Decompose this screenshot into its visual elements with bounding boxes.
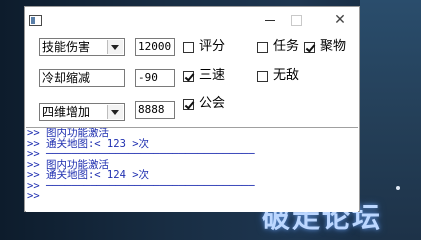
checkbox-guild[interactable]: 公会 bbox=[183, 96, 225, 112]
dropdown-value: 技能伤害 bbox=[42, 40, 91, 54]
cooldown-value-input[interactable]: -90 bbox=[135, 69, 175, 87]
chevron-down-icon[interactable] bbox=[107, 40, 123, 54]
app-window-icon bbox=[29, 15, 42, 26]
log-output[interactable]: >> 图内功能激活 >> 通关地图:< 123 >次 >> ──────────… bbox=[26, 127, 358, 212]
checkbox-score[interactable]: 评分 bbox=[183, 39, 225, 55]
cooldown-reduction-dropdown[interactable]: 冷却缩减 bbox=[39, 69, 125, 87]
checkbox-label: 评分 bbox=[199, 39, 226, 54]
checkbox-box[interactable] bbox=[257, 70, 268, 82]
log-line: >> 通关地图:< 124 >次 bbox=[27, 169, 150, 181]
app-window: ✕ 技能伤害 12000 评分 任务 聚物 冷却缩减 -90 三速 无敌 四维增… bbox=[24, 6, 360, 212]
damage-value-input[interactable]: 12000 bbox=[135, 38, 175, 56]
log-line: >> ───────────────────────────────── bbox=[27, 148, 255, 160]
chevron-down-icon[interactable] bbox=[107, 105, 123, 119]
log-line: >> bbox=[27, 190, 40, 202]
checkbox-box[interactable] bbox=[183, 41, 194, 53]
checkbox-box[interactable] bbox=[183, 70, 194, 82]
checkbox-box[interactable] bbox=[257, 41, 268, 53]
checkbox-box[interactable] bbox=[183, 98, 194, 110]
stats-increase-dropdown[interactable]: 四维增加 bbox=[39, 103, 125, 121]
log-line: >> ───────────────────────────────── bbox=[27, 179, 255, 192]
checkbox-invincible[interactable]: 无敌 bbox=[257, 68, 299, 84]
background-sparkle bbox=[396, 186, 400, 190]
maximize-button[interactable] bbox=[283, 11, 309, 29]
minimize-icon bbox=[265, 19, 275, 21]
maximize-icon bbox=[290, 14, 302, 26]
stats-value-input[interactable]: 8888 bbox=[135, 101, 175, 119]
checkbox-triple-speed[interactable]: 三速 bbox=[183, 68, 225, 84]
checkbox-label: 三速 bbox=[199, 68, 226, 83]
checkbox-gather[interactable]: 聚物 bbox=[304, 39, 346, 55]
log-line: >> 图内功能激活 bbox=[27, 127, 109, 139]
close-icon: ✕ bbox=[334, 12, 346, 28]
checkbox-label: 无敌 bbox=[273, 68, 300, 83]
minimize-button[interactable] bbox=[257, 11, 283, 29]
checkbox-label: 聚物 bbox=[320, 39, 347, 54]
skill-damage-dropdown[interactable]: 技能伤害 bbox=[39, 38, 125, 56]
checkbox-box[interactable] bbox=[304, 41, 315, 53]
close-button[interactable]: ✕ bbox=[327, 11, 353, 29]
checkbox-label: 任务 bbox=[273, 39, 300, 54]
dropdown-value: 四维增加 bbox=[42, 105, 91, 119]
dropdown-value: 冷却缩减 bbox=[42, 71, 91, 85]
titlebar: ✕ bbox=[25, 7, 359, 33]
checkbox-label: 公会 bbox=[199, 96, 226, 111]
checkbox-task[interactable]: 任务 bbox=[257, 39, 299, 55]
